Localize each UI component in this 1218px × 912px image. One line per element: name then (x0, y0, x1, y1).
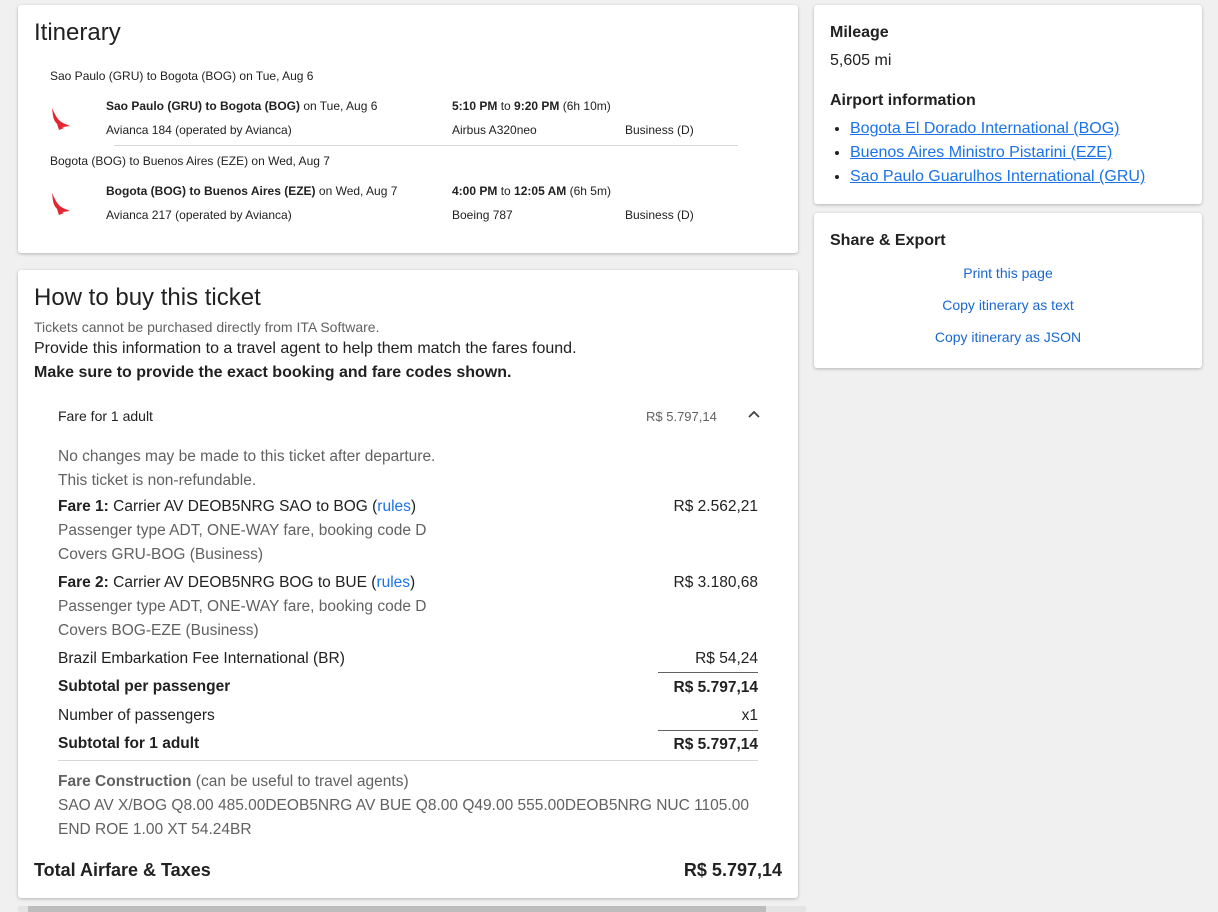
airport-info-title: Airport information (830, 92, 976, 109)
fare-construction-heading: Fare Construction (can be useful to trav… (58, 773, 409, 790)
airport-list: Bogota El Dorado International (BOG) Bue… (830, 117, 1145, 189)
copy-json-link[interactable]: Copy itinerary as JSON (814, 329, 1202, 345)
segment-route: Sao Paulo (GRU) to Bogota (BOG) on Tue, … (106, 99, 378, 113)
fare-panel-label: Fare for 1 adult (58, 408, 153, 424)
restriction-changes: No changes may be made to this ticket af… (58, 448, 436, 465)
subtotal-label: Subtotal for 1 adult (58, 735, 200, 752)
list-item: Sao Paulo Guarulhos International (GRU) (850, 165, 1145, 189)
total-label: Total Airfare & Taxes (34, 860, 211, 880)
share-export-title: Share & Export (830, 232, 946, 249)
avianca-logo-icon (52, 108, 70, 130)
chevron-up-icon[interactable] (747, 408, 761, 422)
restriction-refund: This ticket is non-refundable. (58, 472, 257, 489)
segment-header: Sao Paulo (GRU) to Bogota (BOG) on Tue, … (50, 69, 314, 83)
fare-construction-line: END ROE 1.00 XT 54.24BR (58, 821, 252, 838)
fare-divider (58, 760, 758, 761)
segment-flight: Avianca 184 (operated by Avianca) (106, 123, 292, 137)
fare-price: R$ 2.562,21 (673, 498, 758, 515)
segment-divider (114, 145, 738, 146)
fare-passenger-info: Passenger type ADT, ONE-WAY fare, bookin… (58, 522, 427, 539)
subtotal-per-passenger-label: Subtotal per passenger (58, 678, 231, 695)
how-to-buy-title: How to buy this ticket (34, 284, 261, 311)
mileage-value: 5,605 mi (830, 52, 892, 69)
passengers-value: x1 (741, 707, 758, 724)
fare-passenger-info: Passenger type ADT, ONE-WAY fare, bookin… (58, 598, 427, 615)
print-page-link[interactable]: Print this page (814, 265, 1202, 281)
how-to-buy-card: How to buy this ticket Tickets cannot be… (18, 270, 798, 898)
fare-coverage: Covers BOG-EZE (Business) (58, 622, 259, 639)
sum-rule (658, 672, 758, 673)
list-item: Buenos Aires Ministro Pistarini (EZE) (850, 141, 1145, 165)
segment-route: Bogota (BOG) to Buenos Aires (EZE) on We… (106, 184, 398, 198)
tax-price: R$ 54,24 (695, 650, 758, 667)
subtotal-price: R$ 5.797,14 (673, 736, 758, 753)
segment-aircraft: Boeing 787 (452, 208, 513, 222)
fare-line: Fare 1: Carrier AV DEOB5NRG SAO to BOG (… (58, 498, 417, 515)
scrollbar-thumb[interactable] (28, 906, 766, 912)
itinerary-title: Itinerary (34, 19, 121, 46)
segment-cabin: Business (D) (625, 123, 694, 137)
fare-construction-line: SAO AV X/BOG Q8.00 485.00DEOB5NRG AV BUE… (58, 797, 749, 814)
itinerary-card: Itinerary Sao Paulo (GRU) to Bogota (BOG… (18, 5, 798, 253)
avianca-logo-icon (52, 193, 70, 215)
agent-instruction: Provide this information to a travel age… (34, 340, 577, 357)
passengers-label: Number of passengers (58, 707, 215, 724)
fare-coverage: Covers GRU-BOG (Business) (58, 546, 263, 563)
airport-link-eze[interactable]: Buenos Aires Ministro Pistarini (EZE) (850, 144, 1112, 161)
list-item: Bogota El Dorado International (BOG) (850, 117, 1145, 141)
fare-rules-link[interactable]: rules (376, 574, 410, 591)
segment-header: Bogota (BOG) to Buenos Aires (EZE) on We… (50, 154, 330, 168)
airport-link-gru[interactable]: Sao Paulo Guarulhos International (GRU) (850, 168, 1145, 185)
exact-codes-notice: Make sure to provide the exact booking a… (34, 364, 512, 381)
segment-flight: Avianca 217 (operated by Avianca) (106, 208, 292, 222)
subtotal-per-passenger-price: R$ 5.797,14 (673, 679, 758, 696)
segment-aircraft: Airbus A320neo (452, 123, 537, 137)
sum-rule (658, 730, 758, 731)
total-price: R$ 5.797,14 (683, 860, 782, 880)
segment-times: 5:10 PM to 9:20 PM (6h 10m) (452, 99, 611, 113)
tax-label: Brazil Embarkation Fee International (BR… (58, 650, 345, 667)
fare-panel-header[interactable]: Fare for 1 adult R$ 5.797,14 (34, 396, 774, 432)
segment-times: 4:00 PM to 12:05 AM (6h 5m) (452, 184, 611, 198)
fare-panel-price: R$ 5.797,14 (646, 409, 717, 424)
mileage-title: Mileage (830, 24, 889, 41)
fare-rules-link[interactable]: rules (377, 498, 411, 515)
fare-line: Fare 2: Carrier AV DEOB5NRG BOG to BUE (… (58, 574, 416, 591)
copy-text-link[interactable]: Copy itinerary as text (814, 297, 1202, 313)
purchase-note: Tickets cannot be purchased directly fro… (34, 319, 380, 335)
share-export-card: Share & Export Print this page Copy itin… (814, 213, 1202, 368)
mileage-card: Mileage 5,605 mi Airport information Bog… (814, 5, 1202, 204)
segment-cabin: Business (D) (625, 208, 694, 222)
horizontal-scrollbar[interactable] (18, 906, 806, 912)
fare-price: R$ 3.180,68 (673, 574, 758, 591)
airport-link-bog[interactable]: Bogota El Dorado International (BOG) (850, 120, 1119, 137)
